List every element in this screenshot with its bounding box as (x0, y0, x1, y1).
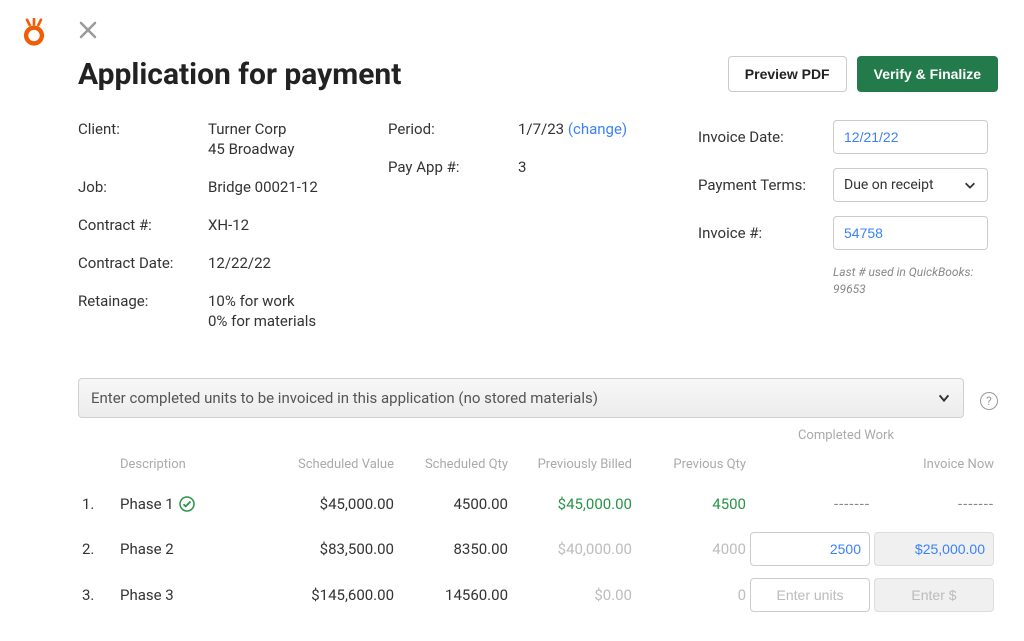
period-value: 1/7/23 (518, 120, 564, 138)
scheduled-value: $45,000.00 (274, 495, 394, 513)
chevron-down-icon (937, 391, 951, 405)
client-name: Turner Corp (208, 120, 286, 138)
scheduled-value: $145,600.00 (274, 586, 394, 604)
preview-pdf-button[interactable]: Preview PDF (728, 56, 847, 92)
header-previously-billed: Previously Billed (512, 457, 632, 472)
contract-date-label: Contract Date: (78, 254, 208, 272)
invoice-dash: ------- (958, 495, 994, 513)
job-label: Job: (78, 178, 208, 196)
app-logo (20, 18, 48, 46)
previously-billed: $0.00 (512, 586, 632, 604)
retainage-work: 10% for work (208, 292, 295, 310)
row-description: Phase 3 (120, 586, 270, 604)
invoice-num-input[interactable] (833, 216, 988, 250)
chevron-down-icon (963, 178, 977, 192)
invoice-now-input[interactable] (874, 578, 994, 612)
change-period-link[interactable]: (change) (568, 120, 627, 138)
instruction-text: Enter completed units to be invoiced in … (91, 389, 598, 407)
header-previous-qty: Previous Qty (636, 457, 746, 472)
scheduled-qty: 4500.00 (398, 495, 508, 513)
verify-finalize-button[interactable]: Verify & Finalize (857, 56, 998, 92)
header-scheduled-value: Scheduled Value (274, 457, 394, 472)
previous-qty: 4500 (636, 495, 746, 513)
table-row: 1.Phase 1$45,000.004500.00$45,000.004500… (78, 482, 998, 526)
previous-qty: 0 (636, 586, 746, 604)
scheduled-qty: 8350.00 (398, 540, 508, 558)
payapp-value: 3 (518, 158, 526, 176)
table-row: 2.Phase 2$83,500.008350.00$40,000.004000 (78, 526, 998, 572)
row-description: Phase 1 (120, 495, 270, 513)
units-input[interactable] (750, 532, 870, 566)
job-value: Bridge 00021-12 (208, 178, 318, 196)
invoice-date-label: Invoice Date: (698, 128, 833, 146)
period-label: Period: (388, 120, 518, 138)
payment-terms-label: Payment Terms: (698, 176, 833, 194)
table-row: 3.Phase 3$145,600.0014560.00$0.000 (78, 572, 998, 618)
client-label: Client: (78, 120, 208, 138)
retainage-materials: 0% for materials (208, 312, 316, 330)
client-address: 45 Broadway (208, 140, 294, 158)
previously-billed: $45,000.00 (512, 495, 632, 513)
instruction-bar[interactable]: Enter completed units to be invoiced in … (78, 378, 964, 418)
row-number: 3. (78, 586, 116, 604)
invoice-num-label: Invoice #: (698, 224, 833, 242)
units-input[interactable] (750, 578, 870, 612)
payment-terms-value: Due on receipt (844, 177, 934, 193)
payapp-label: Pay App #: (388, 158, 518, 176)
page-title: Application for payment (78, 57, 401, 92)
help-icon[interactable]: ? (980, 392, 998, 410)
row-number: 1. (78, 495, 116, 513)
contract-num-label: Contract #: (78, 216, 208, 234)
invoice-now-input[interactable] (874, 532, 994, 566)
check-circle-icon (179, 496, 195, 512)
invoice-num-note-b: 99653 (833, 282, 866, 296)
payment-terms-select[interactable]: Due on receipt (833, 168, 988, 202)
invoice-date-input[interactable] (833, 120, 988, 154)
scheduled-qty: 14560.00 (398, 586, 508, 604)
units-dash: ------- (834, 495, 870, 513)
row-description: Phase 2 (120, 540, 270, 558)
previous-qty: 4000 (636, 540, 746, 558)
contract-date-value: 12/22/22 (208, 254, 271, 272)
retainage-label: Retainage: (78, 292, 208, 310)
close-icon[interactable] (78, 20, 98, 40)
contract-num-value: XH-12 (208, 216, 249, 234)
header-scheduled-qty: Scheduled Qty (398, 457, 508, 472)
invoice-num-note-a: Last # used in QuickBooks: (833, 265, 973, 279)
line-items-table: Completed Work Description Scheduled Val… (78, 424, 998, 618)
scheduled-value: $83,500.00 (274, 540, 394, 558)
header-invoice-now: Invoice Now (874, 457, 994, 472)
header-description: Description (120, 457, 270, 472)
row-number: 2. (78, 540, 116, 558)
header-completed-work: Completed Work (726, 424, 966, 443)
previously-billed: $40,000.00 (512, 540, 632, 558)
